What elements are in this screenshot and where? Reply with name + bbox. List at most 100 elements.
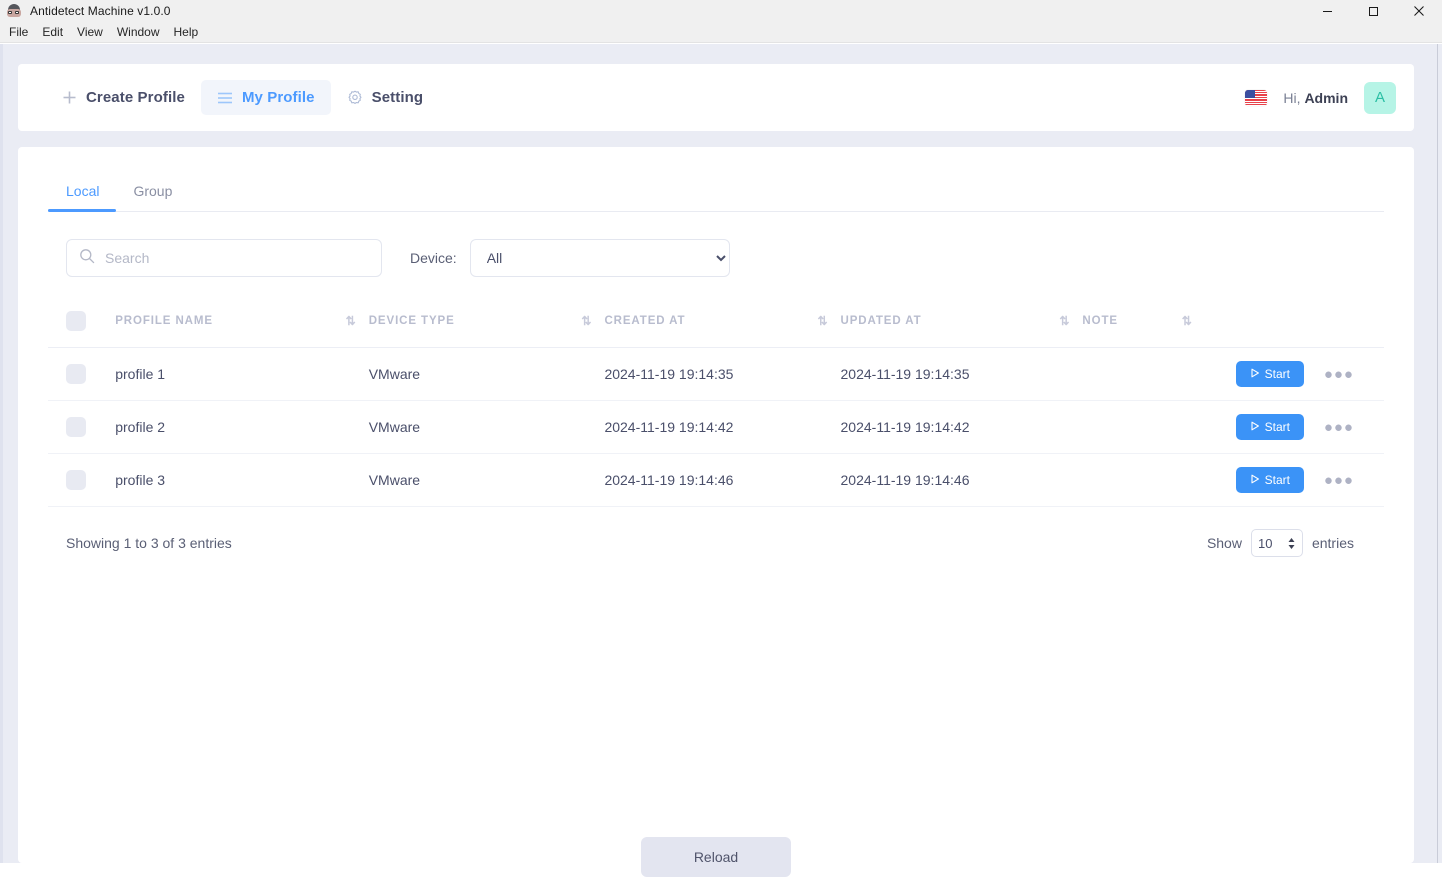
- header-created-at[interactable]: CREATED AT ⇅: [604, 311, 841, 348]
- sort-icon[interactable]: ⇅: [817, 315, 827, 327]
- close-button[interactable]: [1396, 0, 1442, 22]
- window-title: Antidetect Machine v1.0.0: [30, 4, 171, 18]
- cell-created-at: 2024-11-19 19:14:35: [604, 347, 841, 401]
- start-button[interactable]: Start: [1235, 361, 1304, 387]
- greeting-prefix: Hi,: [1283, 89, 1301, 106]
- header-select-all-cell: [48, 311, 116, 348]
- cell-updated-at: 2024-11-19 19:14:46: [840, 453, 1083, 507]
- play-icon: [1250, 473, 1260, 487]
- row-checkbox[interactable]: [66, 364, 86, 384]
- table-row[interactable]: profile 1 VMware 2024-11-19 19:14:35 202…: [48, 347, 1384, 401]
- app-body: Create Profile My Profile Setting Hi, Ad…: [0, 44, 1442, 877]
- reload-row: Reload: [18, 837, 1414, 877]
- table-row[interactable]: profile 3 VMware 2024-11-19 19:14:46 202…: [48, 453, 1384, 507]
- greeting-text: Hi, Admin: [1283, 90, 1348, 106]
- search-icon: [79, 248, 95, 269]
- gear-icon: [347, 90, 363, 106]
- header-right-group: Hi, Admin A: [1245, 81, 1396, 114]
- cell-device-type: VMware: [368, 400, 605, 454]
- row-select-cell: [48, 400, 116, 454]
- device-filter-select[interactable]: All: [469, 239, 730, 277]
- nav-item-label: Setting: [371, 89, 424, 106]
- nav-item-label: My Profile: [241, 89, 315, 106]
- cell-note: [1082, 453, 1205, 507]
- play-icon: [1250, 420, 1260, 434]
- row-more-menu-icon[interactable]: ●●●: [1324, 473, 1354, 488]
- table-row[interactable]: profile 2 VMware 2024-11-19 19:14:42 202…: [48, 400, 1384, 454]
- nav-item-label: Create Profile: [86, 89, 185, 106]
- cell-actions: Start ●●●: [1204, 347, 1384, 401]
- start-button-label: Start: [1264, 473, 1290, 487]
- tab-group[interactable]: Group: [116, 177, 189, 211]
- nav-item-setting[interactable]: Setting: [331, 80, 440, 115]
- hamburger-icon: [217, 91, 233, 105]
- cell-device-type: VMware: [368, 347, 605, 401]
- column-label: UPDATED AT: [840, 315, 922, 327]
- cell-actions: Start ●●●: [1204, 400, 1384, 454]
- left-edge-strip: [0, 44, 3, 863]
- search-box[interactable]: [66, 239, 382, 277]
- menu-edit[interactable]: Edit: [35, 23, 70, 42]
- column-label: CREATED AT: [604, 315, 686, 327]
- header-bar: Create Profile My Profile Setting Hi, Ad…: [18, 64, 1414, 131]
- tab-local[interactable]: Local: [48, 177, 117, 212]
- reload-button[interactable]: Reload: [641, 837, 791, 877]
- stepper-arrows-icon[interactable]: [1287, 537, 1296, 550]
- vertical-scrollbar[interactable]: [1437, 44, 1442, 863]
- search-input[interactable]: [105, 250, 369, 266]
- header-device-type[interactable]: DEVICE TYPE ⇅: [368, 311, 605, 348]
- table-head: PROFILE NAME ⇅ DEVICE TYPE ⇅ CREATED AT: [48, 311, 1384, 348]
- plus-icon: [62, 90, 77, 105]
- menu-file[interactable]: File: [2, 23, 35, 42]
- menubar: File Edit View Window Help: [0, 22, 1442, 43]
- start-button-label: Start: [1264, 367, 1290, 381]
- cell-actions: Start ●●●: [1204, 453, 1384, 507]
- page-size-stepper[interactable]: 10: [1250, 529, 1303, 557]
- start-button[interactable]: Start: [1235, 467, 1304, 493]
- header-updated-at[interactable]: UPDATED AT ⇅: [840, 311, 1083, 348]
- nav-item-my-profile[interactable]: My Profile: [200, 80, 331, 115]
- maximize-button[interactable]: [1350, 0, 1396, 22]
- user-name: Admin: [1304, 89, 1348, 106]
- cell-profile-name: profile 3: [115, 453, 369, 507]
- row-checkbox[interactable]: [66, 417, 86, 437]
- column-label: DEVICE TYPE: [368, 315, 455, 327]
- nav-item-create-profile[interactable]: Create Profile: [46, 80, 201, 115]
- cell-created-at: 2024-11-19 19:14:42: [604, 400, 841, 454]
- main-panel: Local Group Device: All: [18, 147, 1414, 877]
- row-checkbox[interactable]: [66, 470, 86, 490]
- row-select-cell: [48, 453, 116, 507]
- us-flag-icon[interactable]: [1245, 89, 1268, 106]
- profiles-table: PROFILE NAME ⇅ DEVICE TYPE ⇅ CREATED AT: [48, 311, 1384, 507]
- row-more-menu-icon[interactable]: ●●●: [1324, 367, 1354, 382]
- minimize-button[interactable]: [1304, 0, 1350, 22]
- sort-icon[interactable]: ⇅: [1059, 315, 1069, 327]
- header-actions: [1204, 311, 1384, 348]
- play-icon: [1250, 367, 1260, 381]
- row-select-cell: [48, 347, 116, 401]
- cell-note: [1082, 347, 1205, 401]
- cell-updated-at: 2024-11-19 19:14:42: [840, 400, 1083, 454]
- select-all-checkbox[interactable]: [66, 311, 86, 331]
- table-footer: Showing 1 to 3 of 3 entries Show 10 entr…: [48, 529, 1384, 557]
- start-button[interactable]: Start: [1235, 414, 1304, 440]
- tab-bar: Local Group: [48, 177, 1384, 212]
- cell-updated-at: 2024-11-19 19:14:35: [840, 347, 1083, 401]
- menu-view[interactable]: View: [70, 23, 110, 42]
- raccoon-icon: [6, 3, 22, 19]
- menu-help[interactable]: Help: [167, 23, 206, 42]
- row-more-menu-icon[interactable]: ●●●: [1324, 420, 1354, 435]
- sort-icon[interactable]: ⇅: [1182, 315, 1192, 327]
- menu-window[interactable]: Window: [110, 23, 167, 42]
- sort-icon[interactable]: ⇅: [346, 315, 356, 327]
- start-button-label: Start: [1264, 420, 1290, 434]
- table-header-row: PROFILE NAME ⇅ DEVICE TYPE ⇅ CREATED AT: [48, 311, 1384, 348]
- avatar[interactable]: A: [1364, 81, 1396, 114]
- window-controls: [1304, 0, 1442, 22]
- header-note[interactable]: NOTE ⇅: [1082, 311, 1205, 348]
- cell-device-type: VMware: [368, 453, 605, 507]
- sort-icon[interactable]: ⇅: [581, 315, 591, 327]
- page-size-value: 10: [1257, 535, 1273, 551]
- main-nav: Create Profile My Profile Setting: [46, 80, 439, 115]
- header-profile-name[interactable]: PROFILE NAME ⇅: [115, 311, 369, 348]
